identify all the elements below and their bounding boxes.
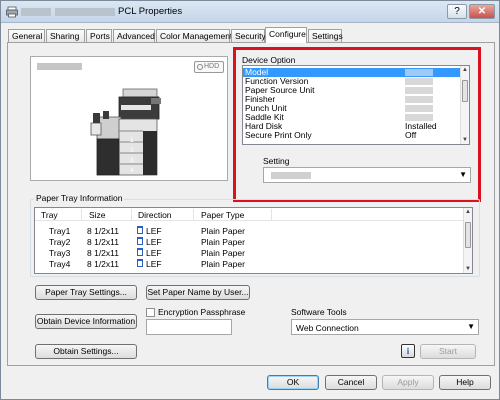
- column-header-paper-type[interactable]: Paper Type: [201, 210, 244, 220]
- scroll-up-icon[interactable]: ▲: [464, 208, 472, 216]
- tray-number-2: 2: [130, 147, 134, 154]
- direction-cell: LEF: [146, 237, 162, 247]
- tab-advanced[interactable]: Advanced: [113, 29, 155, 43]
- direction-cell: LEF: [146, 248, 162, 258]
- paper-type-cell: Plain Paper: [201, 248, 245, 258]
- paper-type-cell: Plain Paper: [201, 226, 245, 236]
- set-paper-name-button[interactable]: Set Paper Name by User...: [146, 285, 250, 300]
- chevron-down-icon: ▼: [467, 322, 475, 331]
- lef-orientation-icon: [137, 237, 143, 245]
- software-tools-value: Web Connection: [296, 323, 359, 333]
- size-cell: 8 1/2x11: [87, 226, 119, 236]
- setting-label: Setting: [263, 156, 290, 166]
- setting-value-redacted: [271, 172, 311, 179]
- hdd-indicator: HDD: [194, 61, 224, 73]
- tab-settings[interactable]: Settings: [308, 29, 343, 43]
- table-row[interactable]: Tray4 8 1/2x11 LEF Plain Paper: [35, 258, 465, 269]
- close-button[interactable]: ✕: [469, 4, 495, 19]
- encryption-passphrase-checkbox[interactable]: [146, 308, 155, 317]
- tray-number-3: 3: [130, 157, 134, 164]
- tray-list-scrollbar[interactable]: ▲ ▼: [463, 208, 472, 273]
- obtain-settings-button[interactable]: Obtain Settings...: [35, 344, 137, 359]
- scroll-thumb[interactable]: [462, 80, 468, 102]
- lef-orientation-icon: [137, 248, 143, 256]
- tray-cell: Tray2: [49, 237, 71, 247]
- option-value-redacted: [405, 96, 433, 103]
- option-name: Secure Print Only: [245, 130, 312, 140]
- device-option-scrollbar[interactable]: ▲ ▼: [460, 66, 469, 144]
- tab-security[interactable]: Security: [231, 29, 266, 43]
- option-value-redacted: [405, 114, 433, 121]
- scroll-up-icon[interactable]: ▲: [461, 66, 469, 74]
- title-redacted-2: [55, 8, 115, 16]
- column-header-tray[interactable]: Tray: [41, 210, 58, 220]
- table-row[interactable]: Tray2 8 1/2x11 LEF Plain Paper: [35, 236, 465, 247]
- tray-cell: Tray4: [49, 259, 71, 269]
- table-row[interactable]: Tray3 8 1/2x11 LEF Plain Paper: [35, 247, 465, 258]
- size-cell: 8 1/2x11: [87, 259, 119, 269]
- device-option-label: Device Option: [242, 55, 296, 65]
- tray-cell: Tray3: [49, 248, 71, 258]
- lef-orientation-icon: [137, 259, 143, 267]
- size-cell: 8 1/2x11: [87, 248, 119, 258]
- apply-button[interactable]: Apply: [382, 375, 434, 390]
- help-button[interactable]: Help: [439, 375, 491, 390]
- cancel-button[interactable]: Cancel: [325, 375, 377, 390]
- device-option-list[interactable]: Model Function Version Paper Source Unit…: [242, 65, 470, 145]
- chevron-down-icon: ▼: [459, 170, 467, 179]
- printer-illustration-icon: [90, 88, 161, 176]
- scroll-thumb[interactable]: [465, 222, 471, 248]
- paper-type-cell: Plain Paper: [201, 259, 245, 269]
- printer-icon: [6, 6, 18, 18]
- paper-tray-settings-button[interactable]: Paper Tray Settings...: [35, 285, 137, 300]
- tray-cell: Tray1: [49, 226, 71, 236]
- hdd-label: HDD: [204, 63, 220, 70]
- paper-tray-list[interactable]: Tray Size Direction Paper Type Tray1 8 1…: [34, 207, 473, 274]
- paper-type-cell: Plain Paper: [201, 237, 245, 247]
- size-cell: 8 1/2x11: [87, 237, 119, 247]
- info-icon[interactable]: i: [401, 344, 415, 358]
- tab-sharing[interactable]: Sharing: [46, 29, 85, 43]
- tray-list-header: Tray Size Direction Paper Type: [35, 208, 465, 221]
- direction-cell: LEF: [146, 226, 162, 236]
- device-option-item-secure-print-only[interactable]: Secure Print Only Off: [243, 131, 462, 140]
- start-button[interactable]: Start: [420, 344, 476, 359]
- model-name-redacted: [37, 63, 82, 70]
- option-value-redacted: [405, 78, 433, 85]
- encryption-passphrase-input[interactable]: [146, 319, 232, 335]
- software-tools-label: Software Tools: [291, 307, 347, 317]
- option-value-redacted: [405, 105, 433, 112]
- column-header-direction[interactable]: Direction: [138, 210, 172, 220]
- direction-cell: LEF: [146, 259, 162, 269]
- help-title-button[interactable]: ?: [447, 4, 467, 19]
- tray-number-1: 1: [130, 137, 134, 144]
- option-value-redacted: [405, 87, 433, 94]
- software-tools-dropdown[interactable]: Web Connection ▼: [291, 319, 479, 335]
- tray-number-4: 4: [130, 167, 134, 174]
- ok-button[interactable]: OK: [267, 375, 319, 390]
- table-row[interactable]: Tray1 8 1/2x11 LEF Plain Paper: [35, 225, 465, 236]
- option-value-redacted: [405, 69, 433, 76]
- tab-color-management[interactable]: Color Management: [156, 29, 232, 43]
- tab-general[interactable]: General: [8, 29, 45, 43]
- scroll-down-icon[interactable]: ▼: [461, 136, 469, 144]
- pcl-properties-window: PCL Properties ? ✕ General Sharing Ports…: [0, 0, 500, 400]
- column-header-size[interactable]: Size: [89, 210, 106, 220]
- option-value: Off: [405, 130, 417, 140]
- hdd-icon: [197, 64, 203, 70]
- tab-configure[interactable]: Configure: [265, 27, 307, 43]
- tab-ports[interactable]: Ports: [86, 29, 112, 43]
- title-redacted-1: [21, 8, 51, 16]
- lef-orientation-icon: [137, 226, 143, 234]
- paper-tray-label: Paper Tray Information: [34, 193, 125, 203]
- printer-preview: HDD 1 2 3 4: [30, 56, 228, 181]
- window-title: PCL Properties: [118, 6, 183, 17]
- title-bar[interactable]: PCL Properties ? ✕: [1, 1, 499, 23]
- scroll-down-icon[interactable]: ▼: [464, 265, 472, 273]
- device-option-item-paper-source-unit[interactable]: Paper Source Unit: [243, 86, 462, 95]
- obtain-device-information-button[interactable]: Obtain Device Information: [35, 314, 137, 329]
- encryption-passphrase-label: Encryption Passphrase: [158, 307, 246, 317]
- setting-dropdown[interactable]: ▼: [263, 167, 471, 183]
